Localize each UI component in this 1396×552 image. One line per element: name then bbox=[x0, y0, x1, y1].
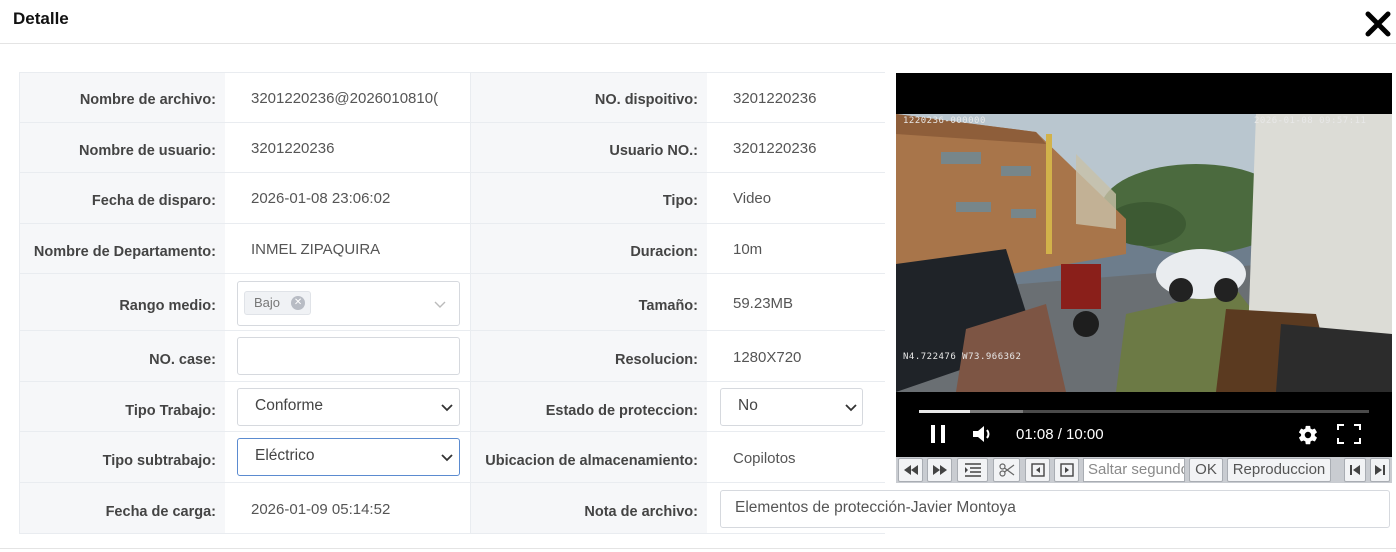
label-no-case: NO. case: bbox=[149, 352, 216, 368]
label-departamento: Nombre de Departamento: bbox=[33, 244, 216, 260]
pause-icon[interactable] bbox=[929, 424, 947, 444]
dialog-header: Detalle bbox=[0, 0, 1396, 44]
fullscreen-icon[interactable] bbox=[1337, 424, 1361, 444]
row-departamento: Nombre de Departamento: INMEL ZIPAQUIRA … bbox=[19, 224, 885, 274]
osd-device-id: 1220236-000000 bbox=[903, 116, 986, 126]
tipo-subtrabajo-select[interactable]: Eléctrico bbox=[237, 438, 460, 476]
tipo-trabajo-value: Conforme bbox=[255, 397, 324, 414]
chevron-down-icon bbox=[441, 454, 453, 462]
dialog-title: Detalle bbox=[13, 9, 69, 28]
label-nombre-usuario: Nombre de usuario: bbox=[79, 143, 216, 159]
rewind-button[interactable] bbox=[898, 458, 923, 482]
label-usuario-no: Usuario NO.: bbox=[609, 143, 698, 159]
nota-archivo-input[interactable]: Elementos de protección-Javier Montoya bbox=[720, 490, 1390, 528]
no-case-input[interactable] bbox=[237, 337, 460, 375]
scissors-icon bbox=[998, 463, 1014, 477]
label-tipo-trabajo: Tipo Trabajo: bbox=[125, 403, 216, 419]
nota-archivo-value: Elementos de protección-Javier Montoya bbox=[735, 499, 1016, 516]
label-tipo-subtrabajo: Tipo subtrabajo: bbox=[102, 453, 216, 469]
ok-button[interactable]: OK bbox=[1189, 458, 1223, 482]
skip-end-icon bbox=[1375, 465, 1385, 475]
label-fecha-disparo: Fecha de disparo: bbox=[91, 193, 216, 209]
label-nota-archivo: Nota de archivo: bbox=[584, 504, 698, 520]
chevron-down-icon bbox=[434, 301, 446, 308]
close-icon[interactable] bbox=[1364, 10, 1392, 38]
row-nombre-archivo: Nombre de archivo: 3201220236@2026010810… bbox=[19, 72, 885, 123]
label-ubicacion: Ubicacion de almacenamiento: bbox=[485, 453, 698, 469]
jump-seconds-input[interactable]: Saltar segundos bbox=[1083, 458, 1185, 482]
label-duracion: Duracion: bbox=[630, 244, 698, 260]
playback-button[interactable]: Reproduccion bbox=[1227, 458, 1331, 482]
gear-icon[interactable] bbox=[1297, 424, 1319, 446]
value-tamano: 59.23MB bbox=[733, 295, 794, 312]
label-tipo: Tipo: bbox=[662, 193, 698, 209]
value-nombre-archivo: 3201220236@2026010810( bbox=[251, 90, 439, 107]
estado-proteccion-select[interactable]: No bbox=[720, 388, 863, 426]
remove-tag-icon[interactable]: ✕ bbox=[291, 296, 306, 310]
value-fecha-carga: 2026-01-09 05:14:52 bbox=[251, 501, 391, 518]
player-toolbar: Saltar segundos OK Reproduccion bbox=[896, 457, 1392, 483]
prev-frame-icon bbox=[1030, 463, 1045, 477]
list-icon bbox=[964, 463, 981, 477]
next-frame-icon bbox=[1059, 463, 1074, 477]
value-tipo: Video bbox=[733, 190, 772, 207]
rango-medio-select[interactable]: Bajo ✕ bbox=[237, 281, 460, 326]
row-tipo-subtrabajo: Tipo subtrabajo: Eléctrico Ubicacion de … bbox=[19, 432, 885, 483]
row-rango-medio: Rango medio: Bajo ✕ Tamaño: 59.23MB bbox=[19, 274, 885, 331]
dialog-footer-divider bbox=[0, 548, 1396, 549]
osd-gps: N4.722476 W73.966362 bbox=[903, 352, 1022, 362]
row-tipo-trabajo: Tipo Trabajo: Conforme Estado de protecc… bbox=[19, 382, 885, 432]
clip-button[interactable] bbox=[993, 458, 1020, 482]
volume-icon[interactable] bbox=[972, 424, 994, 444]
value-no-dispositivo: 3201220236 bbox=[733, 90, 817, 107]
label-rango-medio: Rango medio: bbox=[119, 298, 216, 314]
row-fecha-disparo: Fecha de disparo: 2026-01-08 23:06:02 Ti… bbox=[19, 173, 885, 224]
tipo-trabajo-select[interactable]: Conforme bbox=[237, 388, 460, 426]
next-frame-button[interactable] bbox=[1054, 458, 1079, 482]
skip-end-button[interactable] bbox=[1370, 458, 1390, 482]
value-resolucion: 1280X720 bbox=[733, 349, 802, 366]
fast-forward-icon bbox=[932, 465, 947, 475]
row-no-case: NO. case: Resolucion: 1280X720 bbox=[19, 331, 885, 382]
label-tamano: Tamaño: bbox=[638, 298, 698, 314]
label-estado-proteccion: Estado de proteccion: bbox=[545, 403, 698, 419]
estado-proteccion-value: No bbox=[738, 397, 758, 414]
chevron-down-icon bbox=[845, 404, 857, 412]
chevron-down-icon bbox=[441, 404, 453, 412]
row-nombre-usuario: Nombre de usuario: 3201220236 Usuario NO… bbox=[19, 123, 885, 173]
video-frame bbox=[896, 114, 1392, 392]
value-usuario-no: 3201220236 bbox=[733, 140, 817, 157]
skip-start-icon bbox=[1350, 465, 1360, 475]
value-ubicacion: Copilotos bbox=[733, 450, 796, 467]
label-resolucion: Resolucion: bbox=[615, 352, 698, 368]
label-fecha-carga: Fecha de carga: bbox=[105, 504, 216, 520]
skip-start-button[interactable] bbox=[1344, 458, 1366, 482]
label-no-dispositivo: NO. dispoitivo: bbox=[594, 92, 698, 108]
progress-bar[interactable] bbox=[919, 410, 1369, 413]
video-player[interactable]: 1220236-000000 2026-01-08 09:57:11 N4.72… bbox=[896, 73, 1392, 457]
tipo-subtrabajo-value: Eléctrico bbox=[255, 447, 315, 464]
label-nombre-archivo: Nombre de archivo: bbox=[79, 92, 216, 108]
detail-form: Nombre de archivo: 3201220236@2026010810… bbox=[19, 72, 885, 534]
value-fecha-disparo: 2026-01-08 23:06:02 bbox=[251, 190, 391, 207]
value-nombre-usuario: 3201220236 bbox=[251, 140, 335, 157]
fast-forward-button[interactable] bbox=[927, 458, 952, 482]
osd-datetime: 2026-01-08 09:57:11 bbox=[1254, 116, 1367, 126]
playback-time: 01:08 / 10:00 bbox=[1016, 426, 1104, 443]
value-duracion: 10m bbox=[733, 241, 763, 258]
rango-medio-tag-label: Bajo bbox=[254, 295, 281, 310]
rewind-icon bbox=[903, 465, 918, 475]
value-departamento: INMEL ZIPAQUIRA bbox=[251, 241, 381, 258]
list-button[interactable] bbox=[957, 458, 988, 482]
prev-frame-button[interactable] bbox=[1025, 458, 1050, 482]
rango-medio-tag: Bajo ✕ bbox=[244, 291, 312, 315]
played-bar bbox=[919, 410, 970, 413]
